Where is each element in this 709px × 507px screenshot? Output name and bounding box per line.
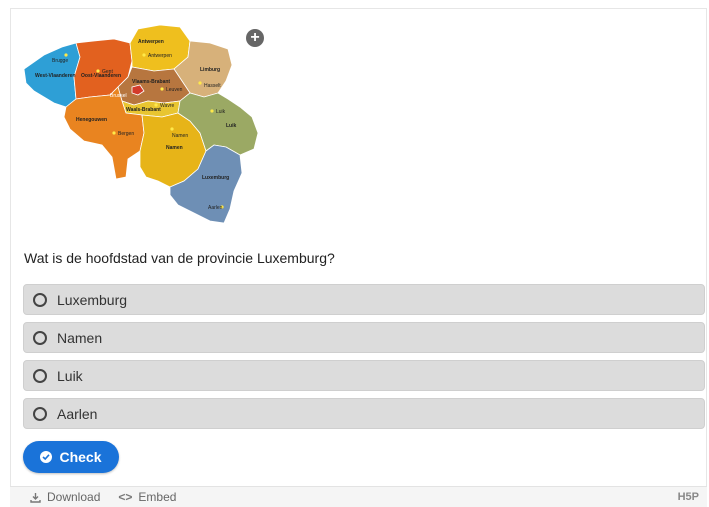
- radio-circle-icon: [33, 292, 47, 307]
- radio-circle-icon: [33, 406, 47, 421]
- city-wavre: Wavre: [160, 103, 174, 109]
- city-luik: Luik: [216, 109, 226, 115]
- answer-label: Namen: [57, 329, 103, 346]
- answer-option[interactable]: Luxemburg: [23, 284, 705, 315]
- question-text: Wat is de hoofdstad van de provincie Lux…: [24, 250, 335, 266]
- answer-label: Luxemburg: [57, 291, 128, 308]
- zoom-plus-icon[interactable]: +: [246, 29, 264, 47]
- label-luik: Luik: [226, 123, 236, 129]
- city-dot-brugge: [64, 53, 68, 57]
- belgium-map: West-Vlaanderen Oost-Vlaanderen Antwerpe…: [14, 17, 264, 227]
- label-henegouwen: Henegouwen: [76, 117, 107, 123]
- city-dot-wavre: [154, 103, 158, 107]
- city-dot-antwerpen: [142, 53, 146, 57]
- city-dot-luik: [210, 109, 214, 113]
- answer-option[interactable]: Luik: [23, 360, 705, 391]
- answer-option[interactable]: Aarlen: [23, 398, 705, 429]
- radio-circle-icon: [33, 368, 47, 383]
- city-antwerpen: Antwerpen: [148, 53, 172, 59]
- city-hasselt: Hasselt: [204, 83, 221, 89]
- city-dot-leuven: [160, 87, 164, 91]
- city-dot-namen: [170, 127, 174, 131]
- radio-circle-icon: [33, 330, 47, 345]
- embed-label: Embed: [138, 490, 177, 504]
- city-namen: Namen: [172, 133, 188, 139]
- label-luxemburg: Luxemburg: [202, 175, 229, 181]
- footer-bar: Download <> Embed H5P: [10, 486, 707, 507]
- check-button-label: Check: [59, 449, 102, 465]
- label-limburg: Limburg: [200, 67, 220, 73]
- embed-code-icon: <>: [118, 490, 133, 504]
- label-antwerpen: Antwerpen: [138, 39, 164, 45]
- label-namen: Namen: [166, 145, 183, 151]
- label-west-vlaanderen: West-Vlaanderen: [35, 73, 75, 79]
- answer-label: Luik: [57, 367, 83, 384]
- answer-list: Luxemburg Namen Luik Aarlen: [23, 284, 705, 436]
- city-dot-gent: [96, 69, 100, 73]
- belgium-map-svg: West-Vlaanderen Oost-Vlaanderen Antwerpe…: [23, 24, 259, 224]
- label-oost-vlaanderen: Oost-Vlaanderen: [81, 73, 121, 79]
- download-link[interactable]: Download: [30, 490, 100, 504]
- download-label: Download: [47, 490, 101, 504]
- h5p-logo[interactable]: H5P: [678, 491, 699, 503]
- city-dot-bergen: [112, 131, 116, 135]
- city-brugge: Brugge: [52, 58, 68, 64]
- download-icon: [30, 492, 41, 503]
- check-button[interactable]: Check: [23, 441, 119, 473]
- city-aarlen: Aarlen: [208, 205, 223, 211]
- embed-link[interactable]: <> Embed: [118, 490, 176, 504]
- city-gent: Gent: [102, 69, 113, 75]
- label-brussel: Brussel: [110, 93, 127, 99]
- city-bergen: Bergen: [118, 131, 134, 137]
- label-vlaams-brabant: Vlaams-Brabant: [132, 79, 170, 85]
- checkmark-icon: [40, 451, 53, 463]
- answer-label: Aarlen: [57, 405, 98, 422]
- answer-option[interactable]: Namen: [23, 322, 705, 353]
- city-dot-hasselt: [198, 81, 202, 85]
- city-leuven: Leuven: [166, 87, 183, 93]
- label-waals-brabant: Waals-Brabant: [126, 107, 161, 113]
